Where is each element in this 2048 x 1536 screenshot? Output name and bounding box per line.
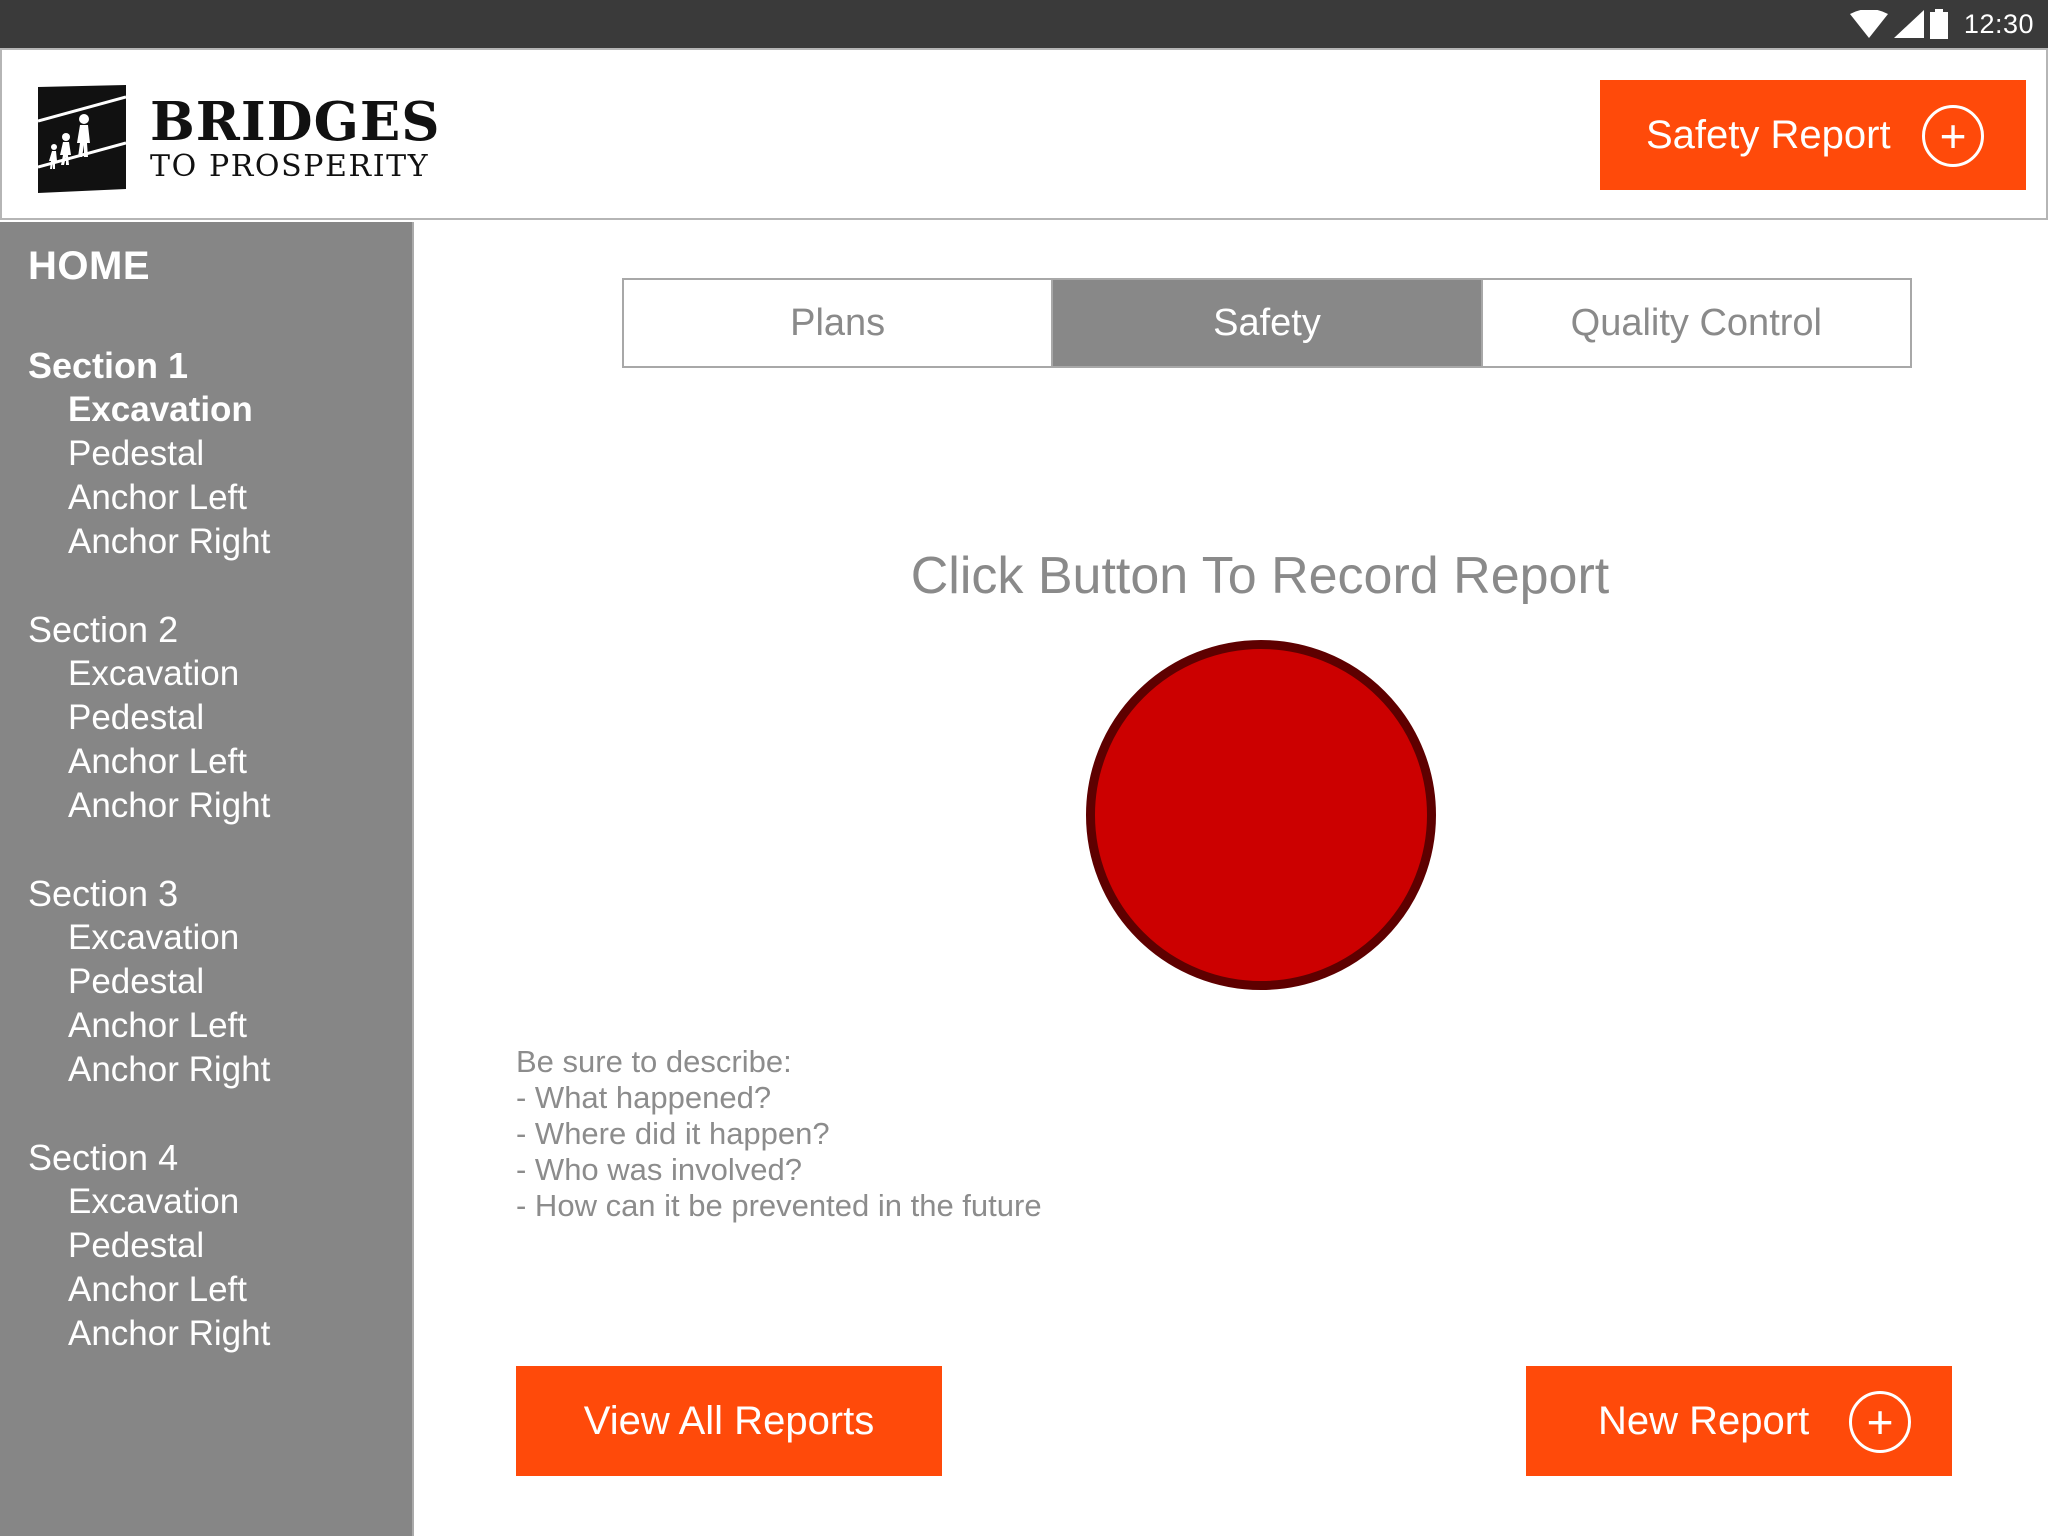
battery-icon xyxy=(1929,9,1948,39)
sidebar-item-pedestal[interactable]: Pedestal xyxy=(28,960,408,1004)
section-title[interactable]: Section 4 xyxy=(28,1136,408,1180)
section-title[interactable]: Section 1 xyxy=(28,344,408,388)
section-title[interactable]: Section 3 xyxy=(28,872,408,916)
sidebar-item-pedestal[interactable]: Pedestal xyxy=(28,696,408,740)
view-all-reports-button[interactable]: View All Reports xyxy=(516,1366,942,1476)
view-all-reports-label: View All Reports xyxy=(583,1398,875,1443)
tab-plans[interactable]: Plans xyxy=(624,280,1052,366)
sidebar-item-anchor-right[interactable]: Anchor Right xyxy=(28,1312,408,1356)
bridge-logo-icon xyxy=(38,85,126,193)
safety-report-label: Safety Report xyxy=(1646,112,1891,157)
sidebar-item-excavation[interactable]: Excavation xyxy=(28,652,408,696)
logo-line2: TO PROSPERITY xyxy=(150,149,430,184)
instruction-item: - Who was involved? xyxy=(516,1152,803,1187)
sidebar-item-anchor-left[interactable]: Anchor Left xyxy=(28,1004,408,1048)
sidebar-item-anchor-left[interactable]: Anchor Left xyxy=(28,476,408,520)
sidebar-section-1: Section 1 Excavation Pedestal Anchor Lef… xyxy=(28,344,408,564)
instructions-heading: Be sure to describe: xyxy=(516,1044,792,1079)
sidebar-item-anchor-right[interactable]: Anchor Right xyxy=(28,784,408,828)
logo-line1: BRIDGES xyxy=(150,91,441,153)
sidebar-section-3: Section 3 Excavation Pedestal Anchor Lef… xyxy=(28,872,408,1092)
section-title[interactable]: Section 2 xyxy=(28,608,408,652)
record-button[interactable] xyxy=(1086,640,1436,990)
sidebar: HOME Section 1 Excavation Pedestal Ancho… xyxy=(0,222,414,1536)
sidebar-item-anchor-right[interactable]: Anchor Right xyxy=(28,1048,408,1092)
sidebar-item-anchor-left[interactable]: Anchor Left xyxy=(28,1268,408,1312)
record-title: Click Button To Record Report xyxy=(910,547,1610,605)
signal-icon xyxy=(1893,10,1924,38)
status-bar: 12:30 xyxy=(0,0,2048,48)
sidebar-item-anchor-right[interactable]: Anchor Right xyxy=(28,520,408,564)
sidebar-section-4: Section 4 Excavation Pedestal Anchor Lef… xyxy=(28,1136,408,1356)
sidebar-item-pedestal[interactable]: Pedestal xyxy=(28,1224,408,1268)
status-time: 12:30 xyxy=(1963,8,2034,39)
sidebar-item-excavation[interactable]: Excavation xyxy=(28,916,408,960)
sidebar-item-excavation[interactable]: Excavation xyxy=(28,1180,408,1224)
sidebar-section-2: Section 2 Excavation Pedestal Anchor Lef… xyxy=(28,608,408,828)
sidebar-item-anchor-left[interactable]: Anchor Left xyxy=(28,740,408,784)
tab-bar: Plans Safety Quality Control xyxy=(622,278,1912,368)
instructions: Be sure to describe: - What happened? - … xyxy=(516,1044,1416,1224)
new-report-label: New Report xyxy=(1598,1398,1810,1443)
logo-text: BRIDGES TO PROSPERITY xyxy=(150,94,441,184)
instruction-item: - What happened? xyxy=(516,1080,772,1115)
plus-circle-icon: + xyxy=(1922,105,1984,167)
status-icons: 12:30 xyxy=(1849,0,2034,48)
instruction-item: - Where did it happen? xyxy=(516,1116,830,1151)
logo: BRIDGES TO PROSPERITY xyxy=(38,85,441,193)
sidebar-item-excavation[interactable]: Excavation xyxy=(28,388,408,432)
new-report-button[interactable]: New Report + xyxy=(1526,1366,1952,1476)
wifi-icon xyxy=(1849,10,1888,38)
plus-circle-icon: + xyxy=(1849,1391,1911,1453)
tab-quality-control[interactable]: Quality Control xyxy=(1480,280,1910,366)
instruction-item: - How can it be prevented in the future xyxy=(516,1188,1042,1223)
tab-safety[interactable]: Safety xyxy=(1051,280,1481,366)
sidebar-item-pedestal[interactable]: Pedestal xyxy=(28,432,408,476)
sidebar-home[interactable]: HOME xyxy=(28,244,150,289)
safety-report-button[interactable]: Safety Report + xyxy=(1600,80,2026,190)
